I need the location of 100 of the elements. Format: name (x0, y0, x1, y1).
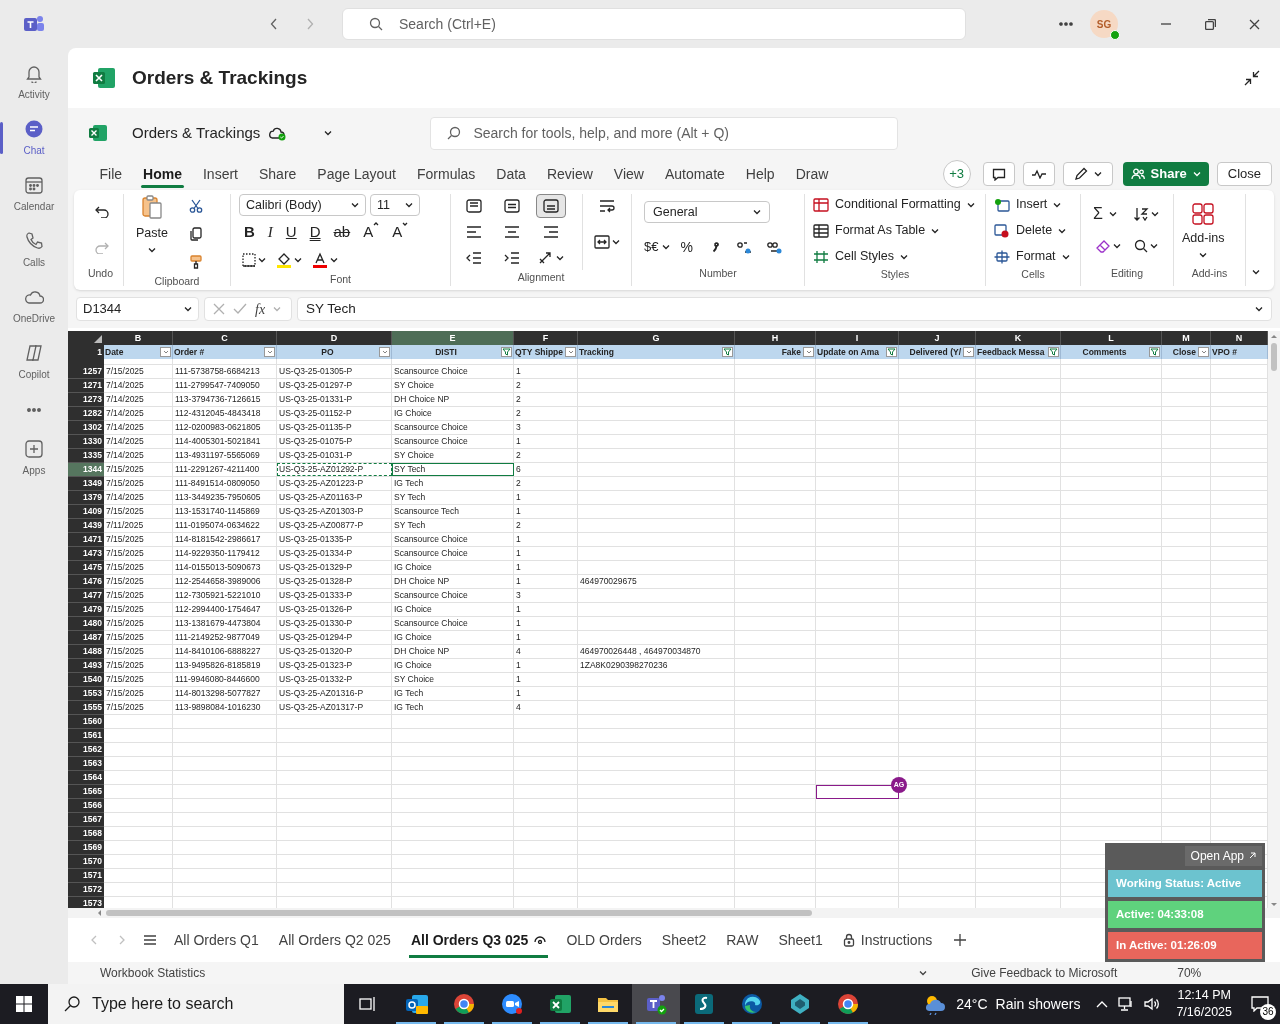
rail-nav-button[interactable]: Copilot (0, 334, 68, 390)
open-app-button[interactable]: Open App (1184, 846, 1262, 866)
rail-nav-button[interactable]: Calls (0, 222, 68, 278)
paste-button[interactable]: Paste (132, 194, 172, 274)
cells-menu-button[interactable]: Delete (994, 220, 1070, 241)
taskbar-search-field[interactable]: Type here to search (48, 984, 344, 1024)
font-format-button[interactable]: D (304, 221, 326, 243)
ribbon-tab[interactable]: Review (536, 158, 604, 190)
row-number[interactable]: 1344 (68, 463, 104, 477)
filter-button[interactable] (722, 347, 733, 357)
share-button[interactable]: Share (1122, 162, 1209, 186)
row-number[interactable]: 1562 (68, 743, 104, 757)
filter-dropdown-button[interactable] (379, 347, 390, 357)
weather-widget[interactable]: 24°C Rain showers (914, 993, 1089, 1015)
comments-button[interactable] (982, 162, 1015, 186)
row-number[interactable]: 1566 (68, 799, 104, 813)
close-button[interactable]: Close (1216, 162, 1272, 186)
currency-button[interactable]: $€ (644, 235, 671, 260)
zoom-level[interactable]: 70% (1177, 964, 1202, 982)
font-format-button[interactable]: A (387, 221, 414, 243)
row-number[interactable]: 1379 (68, 491, 104, 505)
style-menu-button[interactable]: Cell Styles (813, 246, 975, 267)
row-number[interactable]: 1553 (68, 687, 104, 701)
filter-button[interactable] (886, 347, 897, 357)
filter-dropdown-button[interactable] (1198, 347, 1209, 357)
row-number[interactable]: 1330 (68, 435, 104, 449)
row-number[interactable]: 1439 (68, 519, 104, 533)
filter-dropdown-button[interactable] (963, 347, 974, 357)
filter-dropdown-button[interactable] (160, 347, 171, 357)
ribbon-tab[interactable]: View (603, 158, 655, 190)
style-menu-button[interactable]: Format As Table (813, 220, 975, 241)
row-number[interactable]: 1257 (68, 365, 104, 379)
row-number[interactable]: 1 (68, 345, 104, 359)
row-number[interactable]: 1570 (68, 855, 104, 869)
sheet-tab[interactable]: Sheet1 (768, 922, 833, 958)
catch-up-button[interactable] (1022, 162, 1055, 186)
font-format-button[interactable]: B (239, 221, 260, 243)
sheet-tab[interactable]: OLD Orders (556, 922, 652, 958)
row-number[interactable]: 1471 (68, 533, 104, 547)
search-field[interactable]: Search (Ctrl+E) (342, 8, 966, 40)
row-number[interactable]: 1302 (68, 421, 104, 435)
row-number[interactable]: 1335 (68, 449, 104, 463)
row-number[interactable]: 1479 (68, 603, 104, 617)
ribbon-tab[interactable]: File (89, 158, 133, 190)
row-number[interactable]: 1568 (68, 827, 104, 841)
row-number[interactable]: 1561 (68, 729, 104, 743)
row-number[interactable]: 1349 (68, 477, 104, 491)
row-number[interactable]: 1555 (68, 701, 104, 715)
add-ins-button[interactable]: Add-ins (1174, 202, 1233, 258)
ribbon-tab[interactable]: Draw (785, 158, 839, 190)
row-number[interactable]: 1476 (68, 575, 104, 589)
filter-dropdown-button[interactable] (264, 347, 275, 357)
filter-dropdown-button[interactable] (803, 347, 814, 357)
row-number[interactable]: 1560 (68, 715, 104, 729)
row-number[interactable]: 1477 (68, 589, 104, 603)
ribbon-tab[interactable]: Help (735, 158, 786, 190)
row-number[interactable]: 1567 (68, 813, 104, 827)
rail-nav-button[interactable]: Chat (0, 110, 68, 166)
ribbon-tab[interactable]: Formulas (406, 158, 486, 190)
row-number[interactable]: 1273 (68, 393, 104, 407)
font-format-button[interactable]: U (280, 221, 302, 243)
insert-function-button[interactable]: fx (255, 298, 266, 320)
cells-menu-button[interactable]: Insert (994, 194, 1070, 215)
rail-nav-button[interactable]: Activity (0, 54, 68, 110)
row-number[interactable]: 1488 (68, 645, 104, 659)
number-format-field[interactable]: General (644, 201, 770, 224)
formula-field[interactable]: SY Tech (297, 297, 1272, 321)
font-size-field[interactable]: 11 (370, 194, 420, 216)
search-field[interactable]: Search for tools, help, and more (Alt + Q) (430, 116, 899, 150)
rail-nav-button[interactable]: Calendar (0, 166, 68, 222)
font-name-field[interactable]: Calibri (Body) (239, 194, 366, 216)
ribbon-tab[interactable]: Automate (654, 158, 736, 190)
row-number[interactable]: 1572 (68, 883, 104, 897)
align-bottom-button[interactable] (535, 194, 566, 218)
rail-nav-button[interactable]: Apps (0, 430, 68, 486)
sheet-tab[interactable]: Sheet2 (651, 922, 717, 958)
workbook-statistics[interactable]: Workbook Statistics (100, 964, 206, 982)
ribbon-tab[interactable]: Home (132, 158, 193, 190)
row-number[interactable]: 1569 (68, 841, 104, 855)
sheet-tab[interactable]: All Orders Q3 025 (400, 922, 557, 958)
row-number[interactable]: 1473 (68, 547, 104, 561)
name-box[interactable]: D1344 (76, 297, 199, 321)
scroll-thumb[interactable] (1271, 343, 1277, 371)
filter-button[interactable] (1048, 347, 1059, 357)
row-number[interactable]: 1565 (68, 785, 104, 799)
scroll-thumb[interactable] (106, 910, 812, 916)
row-number[interactable]: 1564 (68, 771, 104, 785)
notifications-button[interactable]: 36 (1240, 984, 1280, 1024)
autosum-button[interactable]: Σ (1093, 202, 1123, 227)
ribbon-tab[interactable]: Data (485, 158, 537, 190)
row-number[interactable]: 1409 (68, 505, 104, 519)
row-number[interactable]: 1282 (68, 407, 104, 421)
ribbon-tab[interactable]: Page Layout (306, 158, 407, 190)
row-number[interactable]: 1271 (68, 379, 104, 393)
sheet-tab[interactable]: Instructions (832, 922, 943, 958)
ribbon-tab[interactable]: Insert (192, 158, 249, 190)
row-number[interactable]: 1571 (68, 869, 104, 883)
filter-dropdown-button[interactable] (565, 347, 577, 357)
column-header[interactable]: E (392, 331, 514, 345)
sheet-tab[interactable]: All Orders Q1 (164, 922, 269, 958)
